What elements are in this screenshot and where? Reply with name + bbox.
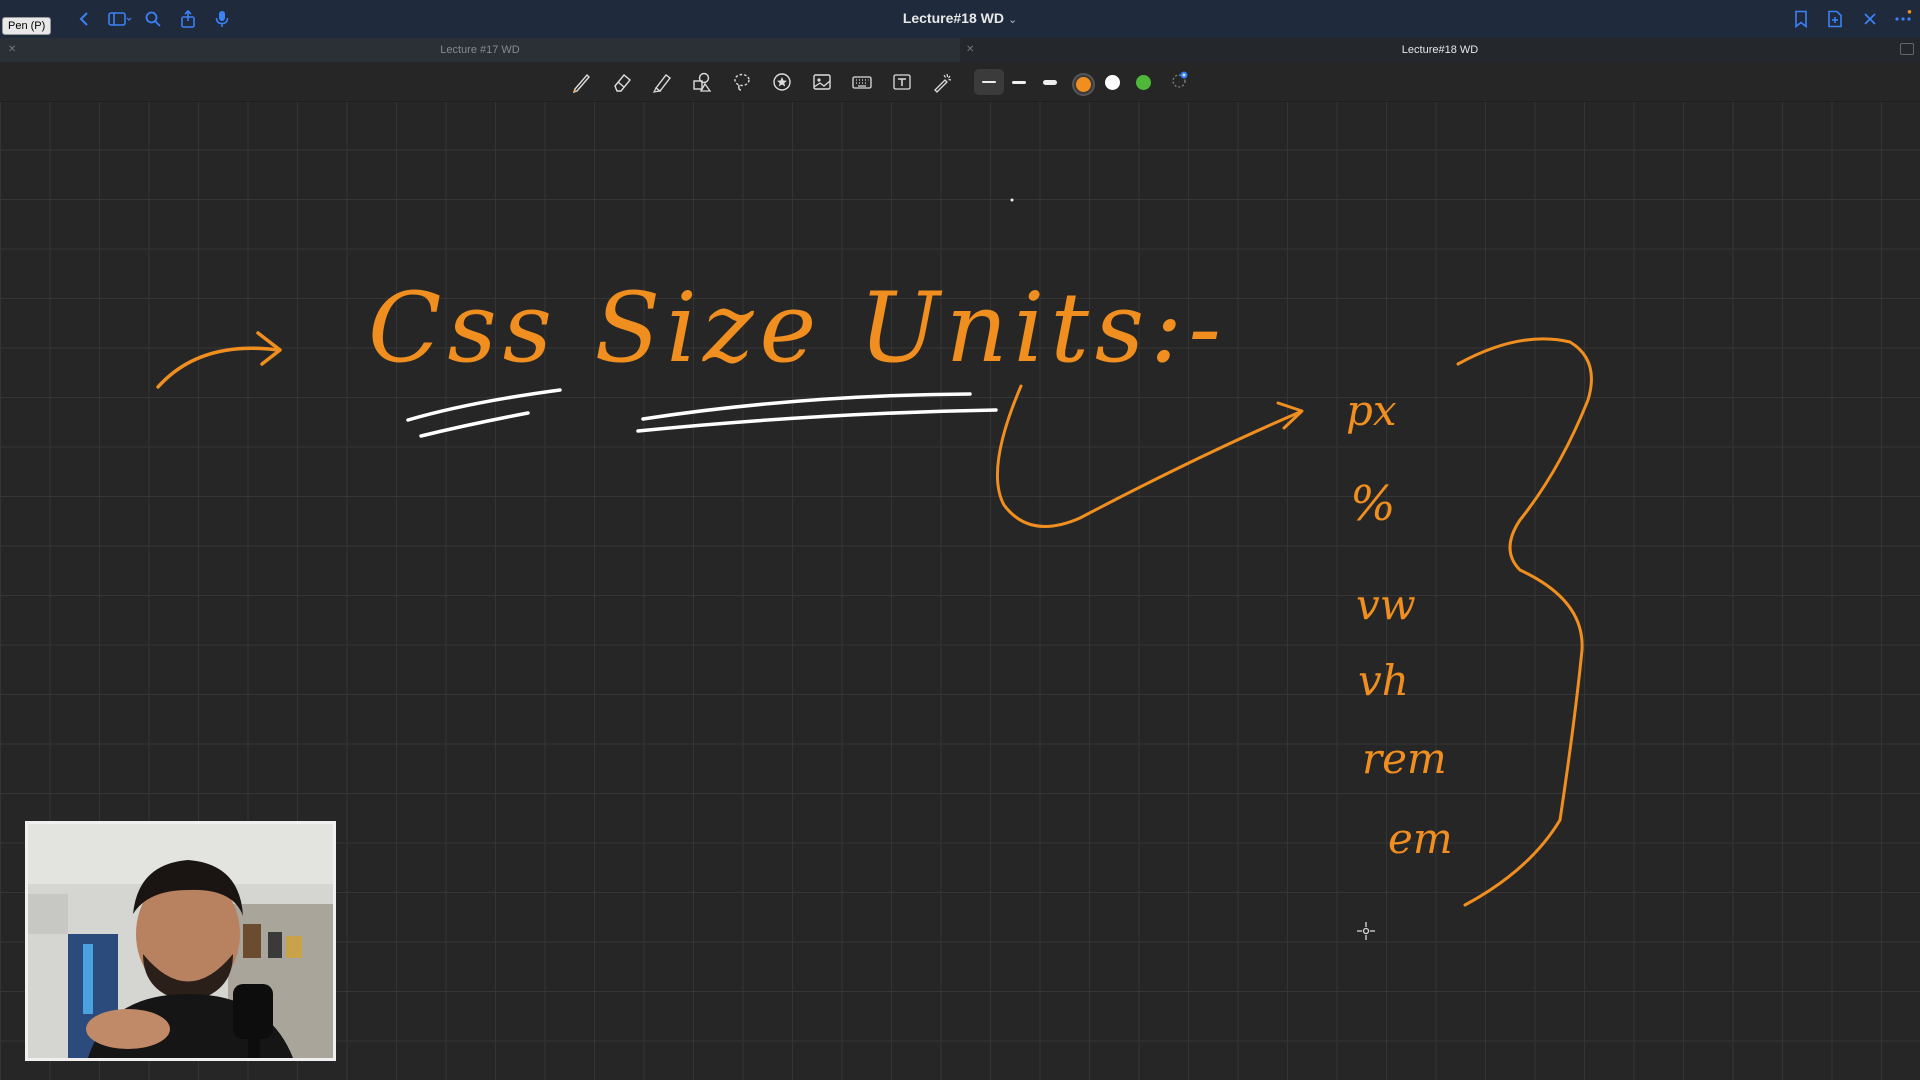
color-orange-swatch[interactable]	[1074, 75, 1093, 94]
text-box-icon[interactable]	[888, 69, 916, 95]
stroke-thin-button[interactable]	[974, 69, 1004, 95]
eraser-icon[interactable]	[608, 69, 636, 95]
tab-lecture-17[interactable]: ✕ Lecture #17 WD	[0, 38, 960, 62]
stroke-thick-button[interactable]	[1036, 69, 1064, 95]
laser-pointer-icon[interactable]	[928, 69, 956, 95]
drawing-toolbar	[0, 62, 1920, 102]
highlighter-icon[interactable]	[648, 69, 676, 95]
keyboard-icon[interactable]	[848, 69, 876, 95]
more-options-icon[interactable]	[1893, 9, 1913, 29]
color-white-swatch[interactable]	[1105, 75, 1120, 90]
bookmark-icon[interactable]	[1791, 9, 1811, 29]
sticker-icon[interactable]	[768, 69, 796, 95]
stroke-medium-button[interactable]	[1005, 69, 1033, 95]
split-view-icon[interactable]	[1900, 43, 1914, 55]
tab-close-icon[interactable]: ✕	[8, 38, 16, 62]
move-cursor-icon	[1357, 922, 1375, 940]
title-bar: Lecture#18 WD ⌄ Pen (P)	[0, 0, 1920, 38]
chevron-down-icon: ⌄	[1007, 14, 1018, 26]
tab-close-icon[interactable]: ✕	[966, 38, 974, 62]
close-icon[interactable]	[1860, 9, 1880, 29]
presenter-video	[28, 824, 333, 1058]
tool-tooltip: Pen (P)	[2, 17, 52, 35]
add-page-icon[interactable]	[1825, 9, 1845, 29]
lasso-icon[interactable]	[728, 69, 756, 95]
image-icon[interactable]	[808, 69, 836, 95]
color-green-swatch[interactable]	[1136, 75, 1151, 90]
color-picker-icon[interactable]	[1165, 67, 1193, 93]
webcam-overlay	[25, 821, 336, 1061]
pen-icon[interactable]	[568, 69, 596, 95]
shapes-icon[interactable]	[688, 69, 716, 95]
tab-lecture-18[interactable]: ✕ Lecture#18 WD	[960, 38, 1920, 62]
document-title[interactable]: Lecture#18 WD ⌄	[0, 10, 1920, 26]
tab-bar: ✕ Lecture #17 WD ✕ Lecture#18 WD	[0, 38, 1920, 62]
